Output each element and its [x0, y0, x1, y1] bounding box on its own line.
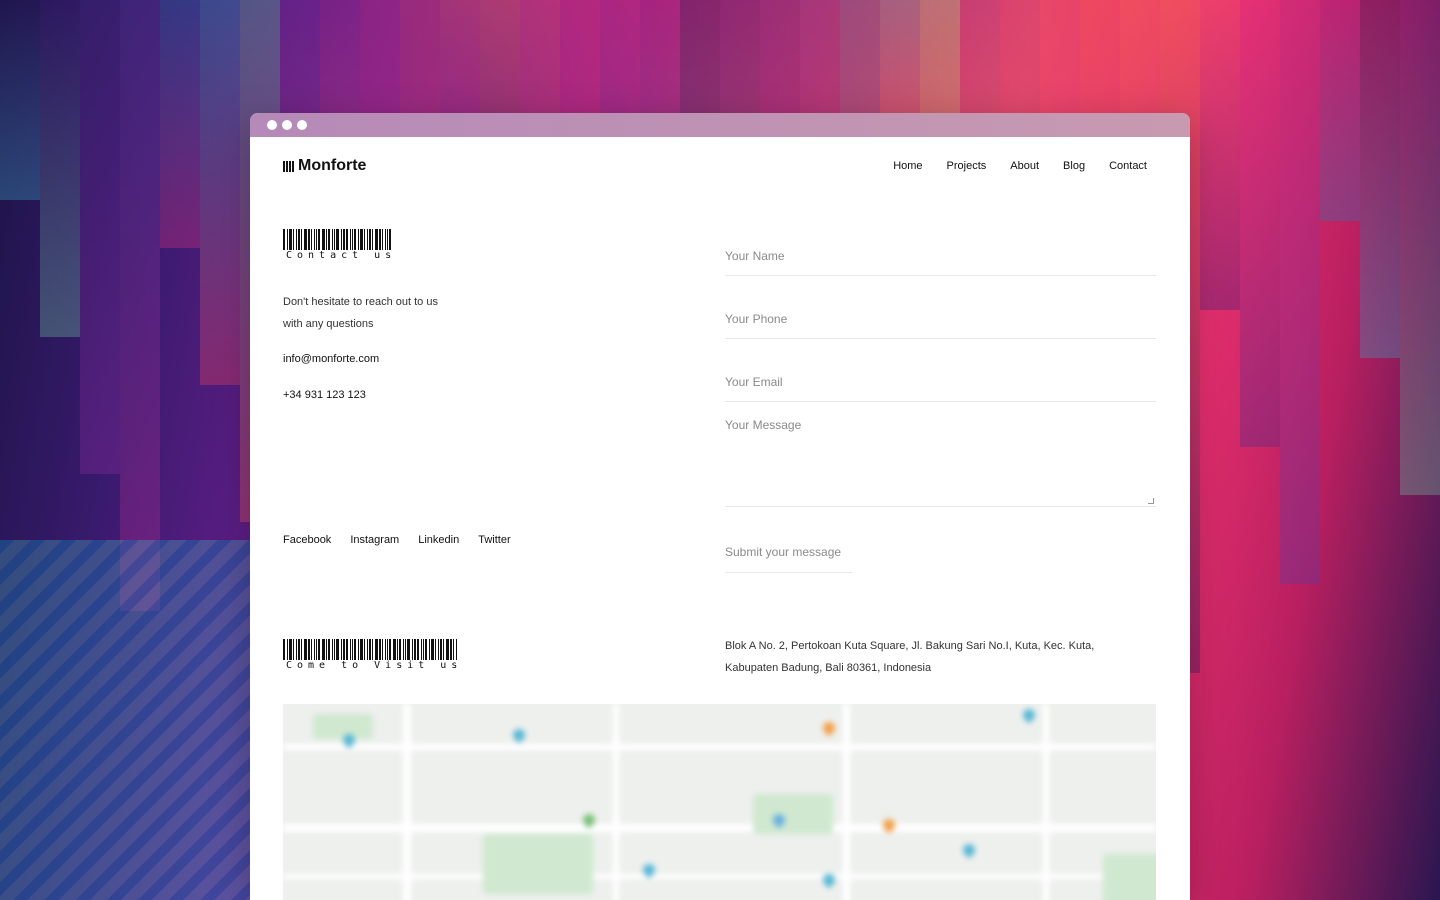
visit-heading: Come to Visit us	[283, 639, 462, 673]
barcode-graphic-icon	[283, 229, 396, 250]
window-minimize-button[interactable]	[282, 120, 292, 130]
message-field	[725, 402, 1156, 507]
email-input[interactable]	[725, 375, 1156, 389]
email-field	[725, 339, 1156, 402]
nav-link-contact[interactable]: Contact	[1109, 160, 1147, 172]
phone-field	[725, 276, 1156, 339]
social-links: Facebook Instagram Linkedin Twitter	[283, 534, 511, 546]
nav-link-about[interactable]: About	[1010, 160, 1039, 172]
contact-phone[interactable]: +34 931 123 123	[283, 389, 663, 401]
nav-link-blog[interactable]: Blog	[1063, 160, 1085, 172]
main-nav: Home Projects About Blog Contact	[893, 160, 1147, 172]
contact-intro: Don't hesitate to reach out to us with a…	[283, 291, 483, 335]
submit-button[interactable]: Submit your message	[725, 545, 852, 573]
visit-heading-block: Come to Visit us	[283, 639, 462, 672]
social-link-linkedin[interactable]: Linkedin	[418, 534, 459, 546]
contact-email[interactable]: info@monforte.com	[283, 353, 663, 365]
phone-input[interactable]	[725, 312, 1156, 326]
barcode-graphic-icon	[283, 639, 462, 660]
nav-link-projects[interactable]: Projects	[947, 160, 987, 172]
site-logo[interactable]: Monforte	[283, 157, 366, 175]
name-input[interactable]	[725, 249, 1156, 263]
nav-link-home[interactable]: Home	[893, 160, 922, 172]
address: Blok A No. 2, Pertokoan Kuta Square, Jl.…	[725, 635, 1145, 679]
contact-intro-line-1: Don't hesitate to reach out to us	[283, 296, 438, 308]
location-map[interactable]	[283, 704, 1156, 900]
window-maximize-button[interactable]	[297, 120, 307, 130]
contact-form: Submit your message	[725, 213, 1156, 573]
contact-intro-line-2: with any questions	[283, 318, 374, 330]
map-tiles	[283, 704, 1156, 900]
barcode-logo-icon	[283, 160, 294, 172]
contact-info: Contact us Don't hesitate to reach out t…	[283, 229, 663, 401]
address-line-1: Blok A No. 2, Pertokoan Kuta Square, Jl.…	[725, 640, 1095, 652]
site-header: Monforte Home Projects About Blog Contac…	[283, 157, 1147, 175]
social-link-facebook[interactable]: Facebook	[283, 534, 331, 546]
message-textarea[interactable]	[725, 418, 1156, 488]
visit-heading-text: Come to Visit us	[286, 660, 463, 671]
contact-heading-text: Contact us	[286, 250, 397, 261]
social-link-instagram[interactable]: Instagram	[350, 534, 399, 546]
social-link-twitter[interactable]: Twitter	[478, 534, 510, 546]
contact-heading: Contact us	[283, 229, 396, 262]
browser-titlebar	[250, 113, 1190, 137]
brand-name: Monforte	[298, 157, 367, 174]
browser-window: Monforte Home Projects About Blog Contac…	[250, 113, 1190, 900]
address-line-2: Kabupaten Badung, Bali 80361, Indonesia	[725, 662, 932, 674]
resize-handle-icon[interactable]	[1148, 498, 1154, 504]
window-close-button[interactable]	[267, 120, 277, 130]
name-field	[725, 213, 1156, 276]
